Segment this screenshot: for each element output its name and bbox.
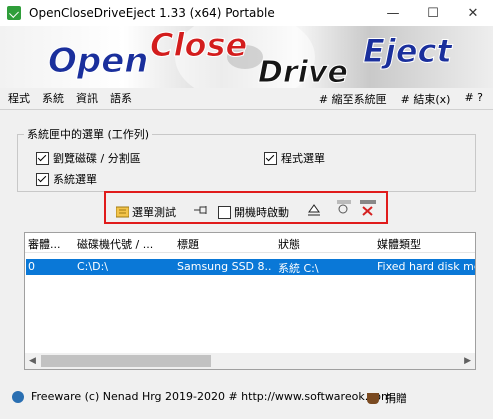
menu-system[interactable]: 系統 xyxy=(42,90,64,106)
column-header[interactable]: 磁碟機代號 / ... xyxy=(77,236,167,252)
logo-word-eject: Eject xyxy=(363,32,454,70)
logo-word-drive: Drive xyxy=(258,55,348,88)
logo-word-close: Close xyxy=(150,26,247,64)
menu-icon xyxy=(116,206,129,218)
checkbox-unchecked-icon xyxy=(218,205,231,219)
scroll-right-icon[interactable]: ▶ xyxy=(464,356,471,366)
close-button[interactable]: ✕ xyxy=(453,0,493,26)
checkbox-program-menu[interactable]: 程式選單 xyxy=(264,150,325,166)
pin-icon xyxy=(194,206,207,214)
row-cell: C:\D:\ xyxy=(77,260,108,273)
maximize-button[interactable]: ☐ xyxy=(413,0,453,26)
checkbox-checked-icon xyxy=(36,172,49,186)
checkbox-label: 劉覽磁碟 / 分割區 xyxy=(53,152,141,165)
scroll-thumb[interactable] xyxy=(41,355,211,367)
checkbox-browse-drives[interactable]: 劉覽磁碟 / 分割區 xyxy=(36,150,141,166)
logo-banner: Open Close Drive Eject xyxy=(0,26,493,88)
eject-icon xyxy=(308,204,320,216)
startup-checkbox[interactable]: 開機時啟動 xyxy=(218,204,289,220)
pin-button[interactable] xyxy=(194,206,208,214)
zoom-button[interactable] xyxy=(337,200,351,216)
list-header: 審體... 磁碟機代號 / ... 標題 狀態 媒體類型 xyxy=(25,233,475,253)
menu-language[interactable]: 語系 xyxy=(110,90,132,106)
softwareok-icon xyxy=(12,391,24,403)
column-header[interactable]: 標題 xyxy=(177,236,267,252)
coffee-cup-icon xyxy=(367,392,379,404)
footer: Freeware (c) Nenad Hrg 2019-2020 # http:… xyxy=(0,384,493,410)
column-header[interactable]: 媒體類型 xyxy=(377,236,475,252)
menu-separator xyxy=(0,109,493,110)
close-zoom-icon xyxy=(360,200,376,216)
close-zoom-button[interactable] xyxy=(360,200,376,216)
table-row[interactable]: 0 C:\D:\ Samsung SSD 8... 系統 C:\ Fixed h… xyxy=(26,259,475,275)
row-cell: Fixed hard disk medi xyxy=(377,260,475,273)
startup-label: 開機時啟動 xyxy=(234,206,289,219)
title-bar: OpenCloseDriveEject 1.33 (x64) Portable … xyxy=(0,0,493,26)
checkbox-checked-icon xyxy=(36,151,49,165)
checkbox-checked-icon xyxy=(264,151,277,165)
test-menu-label: 選單測試 xyxy=(132,206,176,219)
donate-label: 捐贈 xyxy=(385,392,407,405)
checkbox-label: 程式選單 xyxy=(281,152,325,165)
horizontal-scrollbar[interactable]: ◀ ▶ xyxy=(25,353,475,369)
column-header[interactable]: 狀態 xyxy=(278,236,368,252)
menu-program[interactable]: 程式 xyxy=(8,90,30,106)
column-header[interactable]: 審體... xyxy=(28,236,72,252)
row-cell: 系統 C:\ xyxy=(278,262,319,275)
menu-minimize-to-tray[interactable]: # 縮至系統匣 xyxy=(319,91,387,107)
scroll-left-icon[interactable]: ◀ xyxy=(29,356,36,366)
logo-word-open: Open xyxy=(48,41,149,81)
footer-link[interactable]: Freeware (c) Nenad Hrg 2019-2020 # http:… xyxy=(31,390,392,403)
row-cell: Samsung SSD 8... xyxy=(177,260,272,273)
minimize-button[interactable]: — xyxy=(373,0,413,26)
row-cell: 0 xyxy=(28,260,35,273)
app-icon xyxy=(7,6,21,20)
drive-list[interactable]: 審體... 磁碟機代號 / ... 標題 狀態 媒體類型 0 C:\D:\ Sa… xyxy=(24,232,476,370)
eject-button[interactable] xyxy=(307,203,321,216)
menu-bar: 程式 系統 資訊 語系 # 縮至系統匣 # 結束(x) # ? xyxy=(0,88,493,108)
checkbox-label: 系統選單 xyxy=(53,173,97,186)
menu-exit[interactable]: # 結束(x) xyxy=(401,91,451,107)
menu-help[interactable]: # ? xyxy=(464,91,483,107)
checkbox-system-menu[interactable]: 系統選單 xyxy=(36,171,97,187)
test-menu-button[interactable]: 選單測試 xyxy=(116,204,176,220)
group-label: 系統匣中的選單 (工作列) xyxy=(24,126,153,142)
donate-button[interactable]: 捐贈 xyxy=(367,390,407,406)
window-title: OpenCloseDriveEject 1.33 (x64) Portable xyxy=(29,6,275,20)
zoom-icon xyxy=(337,200,351,214)
menu-info[interactable]: 資訊 xyxy=(76,90,98,106)
